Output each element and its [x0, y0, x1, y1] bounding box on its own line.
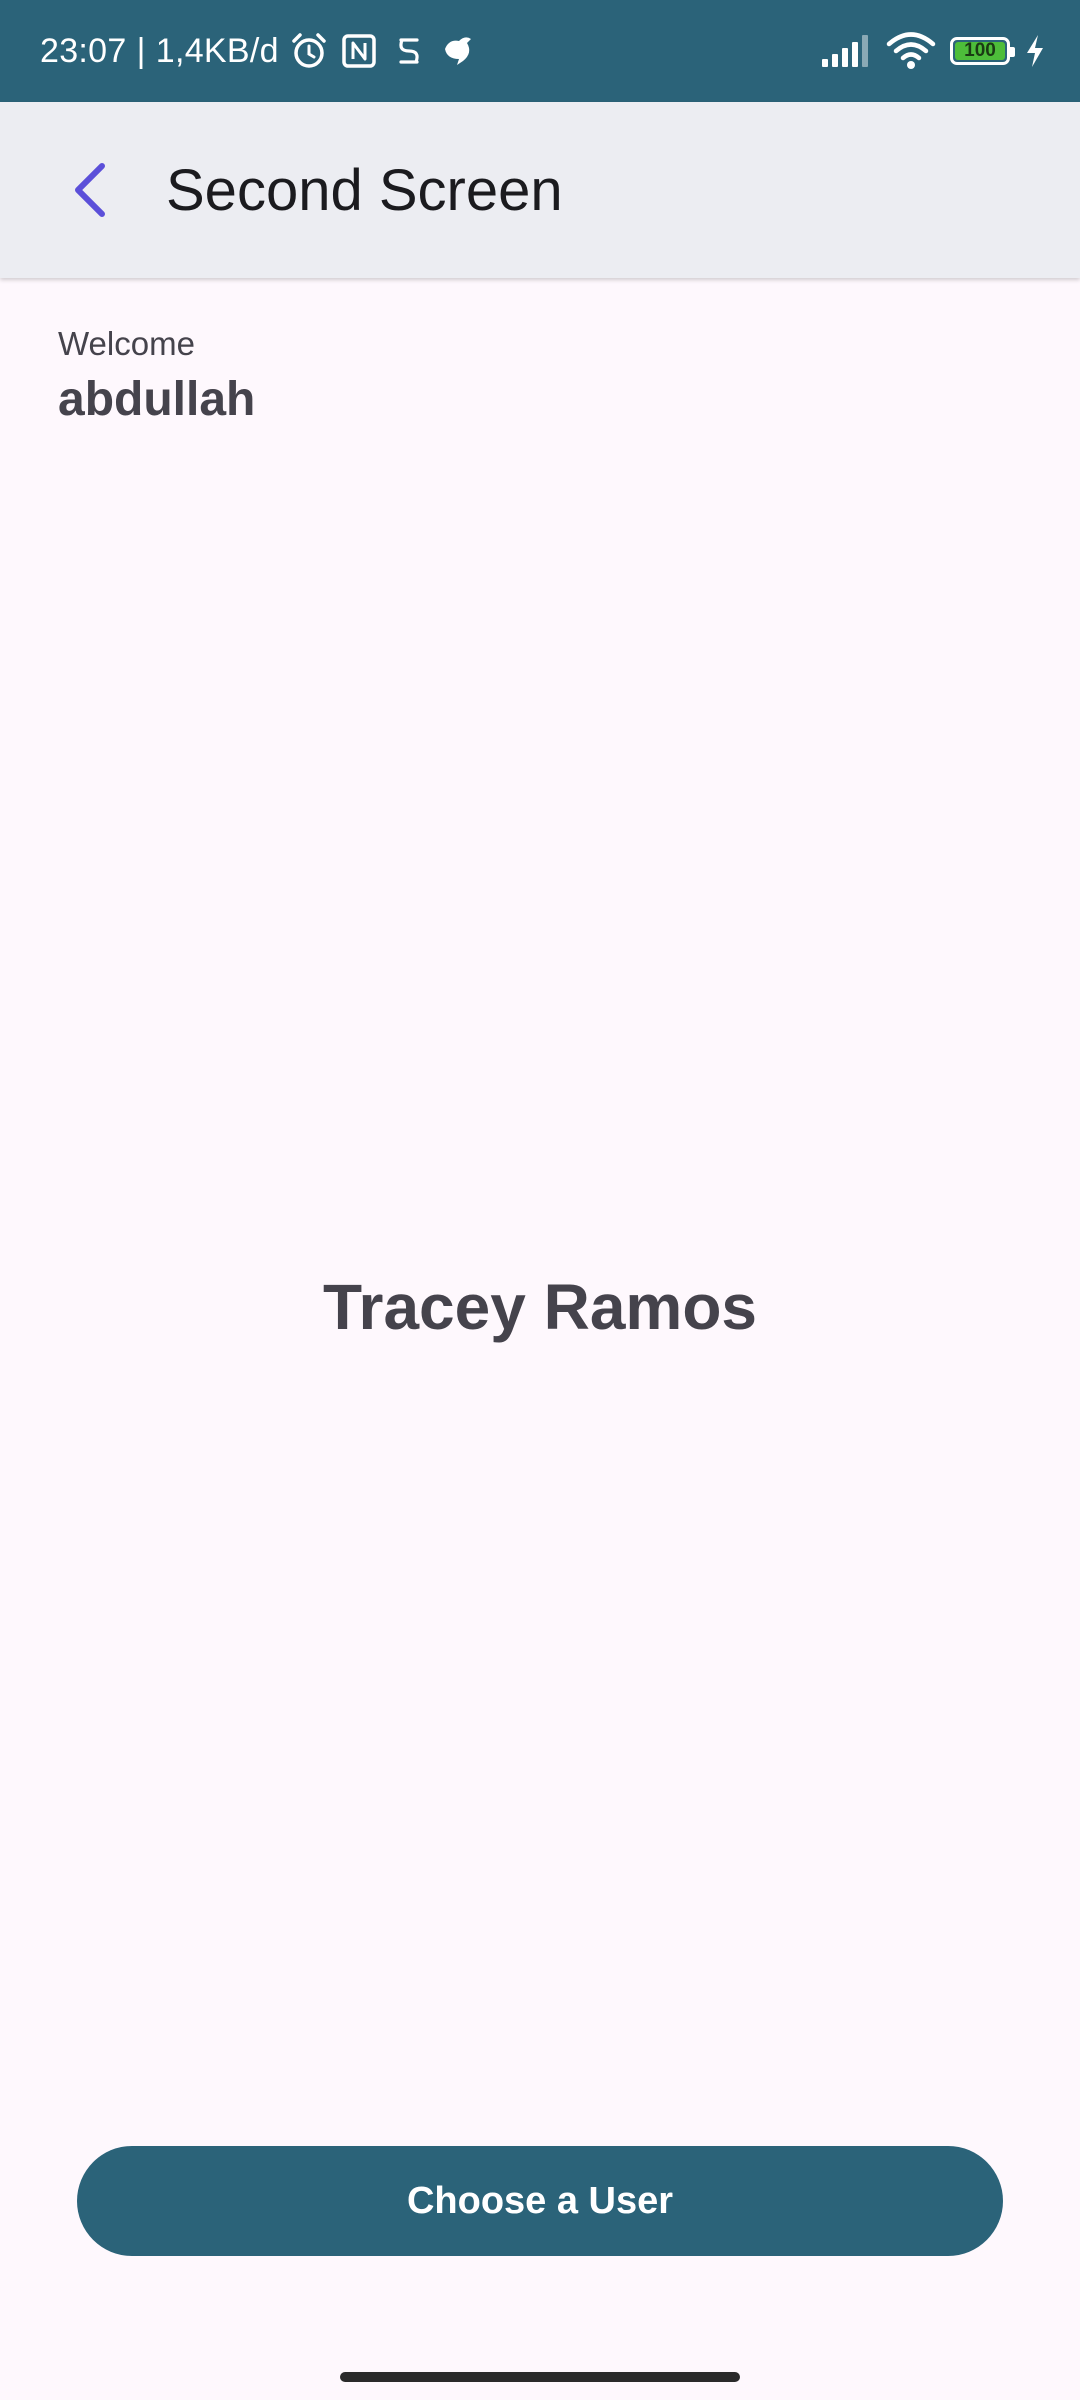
- battery-level: 100: [964, 40, 996, 61]
- welcome-label: Welcome: [58, 325, 195, 362]
- status-left: 23:07 | 1,4KB/d: [40, 0, 479, 102]
- nfc-icon: [342, 34, 376, 68]
- wifi-icon: [886, 32, 936, 69]
- back-button[interactable]: [40, 140, 140, 240]
- signal-icon: [822, 35, 868, 67]
- bird-notification-icon: [444, 37, 471, 65]
- selected-user-name: Tracey Ramos: [322, 1271, 758, 1343]
- status-time: 23:07: [40, 31, 127, 70]
- user-name: abdullah: [58, 373, 256, 426]
- network-speed: 1,4KB/d: [155, 31, 279, 70]
- charging-icon: [1027, 35, 1043, 67]
- alarm-icon: [292, 33, 326, 68]
- battery-icon: 100: [950, 37, 1015, 65]
- app-notification-icon: [399, 38, 419, 64]
- status-right: 100: [820, 0, 1046, 102]
- page-title: Second Screen: [166, 157, 563, 223]
- home-indicator[interactable]: [340, 2372, 740, 2382]
- app-bar: Second Screen: [0, 102, 1080, 278]
- status-separator: |: [136, 31, 146, 70]
- choose-user-button[interactable]: Choose a User: [77, 2146, 1003, 2256]
- back-arrow-icon[interactable]: [68, 160, 112, 220]
- battery-cap: [1010, 47, 1015, 57]
- status-bar: 23:07 | 1,4KB/d 100: [0, 0, 1080, 102]
